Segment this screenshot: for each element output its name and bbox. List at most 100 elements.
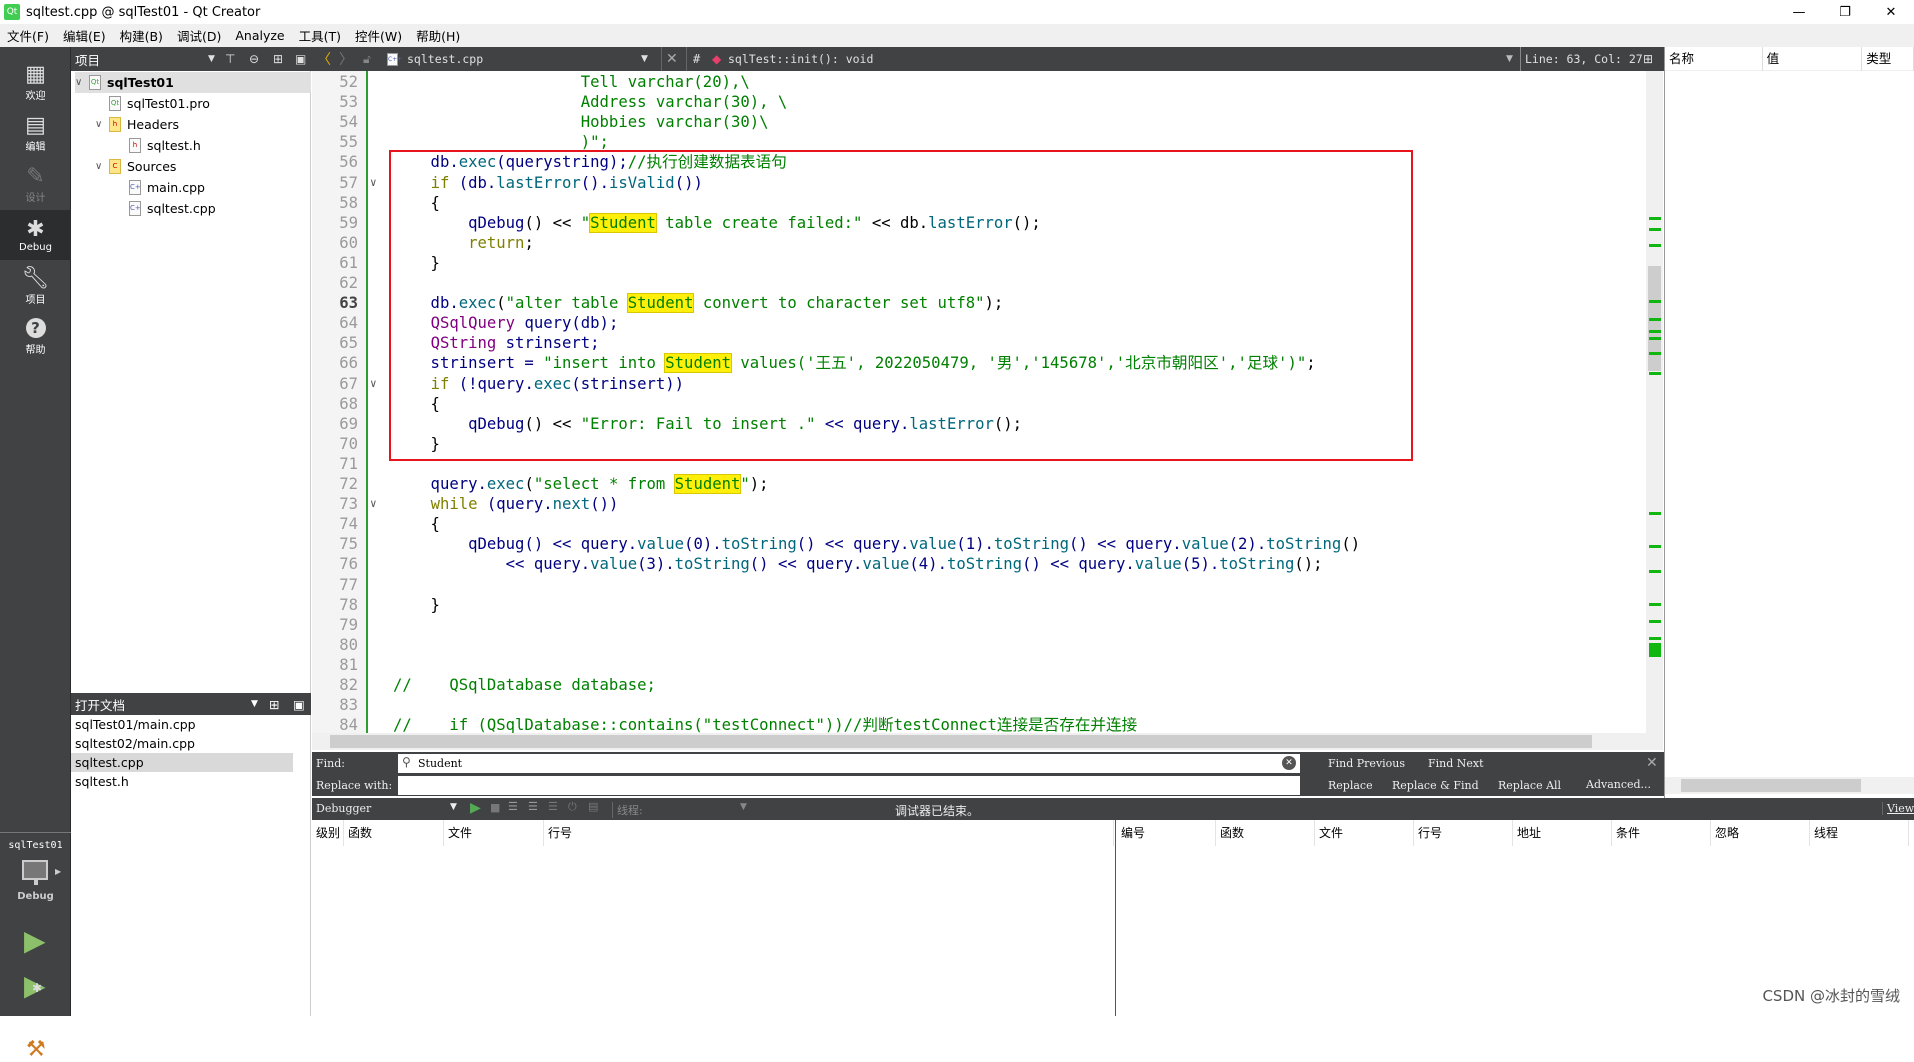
tree-item[interactable]: ∨ h Headers: [95, 114, 179, 135]
menu-item[interactable]: 帮助(H): [409, 26, 467, 45]
split-icon[interactable]: ⊞: [269, 697, 279, 712]
close-find-icon[interactable]: ✕: [1646, 755, 1658, 771]
mode-1[interactable]: ▤ 编辑: [0, 108, 71, 158]
locals-hscrollbar[interactable]: [1665, 777, 1914, 794]
step-over-icon[interactable]: ☰: [508, 800, 518, 813]
open-document-item[interactable]: sqltest02/main.cpp: [71, 734, 293, 753]
advanced-button[interactable]: Advanced...: [1586, 778, 1651, 791]
debug-run-icon[interactable]: ▶ ✱: [24, 969, 46, 1002]
filter-icon[interactable]: ⊤: [225, 52, 235, 66]
column-header[interactable]: 线程: [1810, 820, 1909, 846]
forward-icon[interactable]: 〉: [339, 47, 353, 71]
menu-item[interactable]: 构建(B): [113, 26, 170, 45]
run-icon[interactable]: ▶: [24, 924, 46, 957]
close-button[interactable]: ✕: [1868, 0, 1914, 24]
close-panel-icon[interactable]: ▣: [293, 697, 305, 712]
dropdown-icon[interactable]: ▼: [450, 802, 457, 812]
find-next-button[interactable]: Find Next: [1428, 757, 1484, 770]
code-line[interactable]: 81: [312, 655, 1646, 675]
replace-find-button[interactable]: Replace & Find: [1392, 779, 1479, 792]
maximize-button[interactable]: ❐: [1822, 0, 1868, 24]
mode-4[interactable]: 🔧︎ 项目: [0, 261, 71, 311]
tree-item[interactable]: ∨ Qt sqlTest01: [75, 72, 311, 93]
kit-selector-arrow-icon[interactable]: ▶: [55, 867, 61, 876]
open-document-item[interactable]: sqltest.h: [71, 772, 293, 791]
replace-input[interactable]: [398, 776, 1300, 795]
code-line[interactable]: 73 ∨ while (query.next()): [312, 494, 1646, 514]
close-panel-icon[interactable]: ▣: [295, 52, 306, 66]
mode-5[interactable]: ? 帮助: [0, 312, 71, 362]
tree-item[interactable]: h sqltest.h: [115, 135, 201, 156]
expand-arrow-icon[interactable]: ∨: [95, 161, 109, 172]
code-line[interactable]: 83: [312, 695, 1646, 715]
open-document-item[interactable]: sqltest.cpp: [71, 753, 293, 772]
close-document-icon[interactable]: ✕: [661, 47, 678, 71]
column-header[interactable]: 条件: [1612, 820, 1711, 846]
menu-item[interactable]: 工具(T): [292, 26, 348, 45]
editor-vertical-scrollbar[interactable]: [1646, 71, 1663, 733]
menu-item[interactable]: 文件(F): [0, 26, 56, 45]
hscroll-thumb[interactable]: [330, 735, 1592, 748]
mode-3[interactable]: ✱ Debug: [0, 210, 71, 260]
menu-item[interactable]: 控件(W): [348, 26, 409, 45]
code-line[interactable]: 80: [312, 635, 1646, 655]
code-line[interactable]: 74 {: [312, 514, 1646, 534]
mode-2[interactable]: ✎ 设计: [0, 159, 71, 209]
mode-0[interactable]: ▦ 欢迎: [0, 57, 71, 107]
code-line[interactable]: 53 Address varchar(30), \: [312, 92, 1646, 112]
file-selector[interactable]: sqltest.cpp: [407, 47, 483, 71]
code-line[interactable]: 75 qDebug() << query.value(0).toString()…: [312, 534, 1646, 554]
code-line[interactable]: 77: [312, 575, 1646, 595]
clear-icon[interactable]: ✕: [1282, 756, 1296, 770]
code-line[interactable]: 79: [312, 615, 1646, 635]
expand-arrow-icon[interactable]: ∨: [95, 119, 109, 130]
split-icon[interactable]: ⊞: [273, 52, 283, 66]
code-line[interactable]: 52 Tell varchar(20),\: [312, 72, 1646, 92]
step-into-icon[interactable]: ☰: [528, 800, 538, 813]
editor-horizontal-scrollbar[interactable]: [312, 733, 1663, 750]
column-header[interactable]: 函数: [344, 820, 444, 846]
column-header[interactable]: 文件: [444, 820, 544, 846]
find-previous-button[interactable]: Find Previous: [1328, 757, 1405, 770]
dropdown-icon[interactable]: ▼: [251, 699, 258, 709]
column-header[interactable]: 文件: [1315, 820, 1414, 846]
column-header[interactable]: 函数: [1216, 820, 1315, 846]
split-editor-icon[interactable]: ⊞: [1643, 47, 1653, 71]
column-header[interactable]: 类型: [1862, 46, 1914, 71]
code-line[interactable]: 82 // QSqlDatabase database;: [312, 675, 1646, 695]
column-header[interactable]: 值: [1763, 46, 1863, 71]
column-header[interactable]: 级别: [312, 820, 344, 846]
file-dropdown-icon[interactable]: ▼: [641, 47, 648, 71]
menu-item[interactable]: 调试(D): [170, 26, 228, 45]
column-header[interactable]: 地址: [1513, 820, 1612, 846]
views-menu[interactable]: Views: [1882, 802, 1914, 815]
continue-icon[interactable]: ▶: [470, 800, 481, 816]
code-line[interactable]: 54 Hobbies varchar(30)\: [312, 112, 1646, 132]
column-header[interactable]: 名称: [1665, 46, 1763, 71]
fold-marker-icon[interactable]: ∨: [370, 494, 377, 514]
reverse-icon[interactable]: ▤: [588, 800, 598, 813]
monitor-icon[interactable]: [22, 860, 48, 880]
column-header[interactable]: 编号: [1117, 820, 1216, 846]
code-line[interactable]: 76 << query.value(3).toString() << query…: [312, 554, 1646, 574]
column-header[interactable]: 行号: [544, 820, 1114, 846]
menu-item[interactable]: 编辑(E): [56, 26, 113, 45]
symbol-selector[interactable]: sqlTest::init(): void: [728, 47, 873, 71]
thread-dropdown-icon[interactable]: ▼: [740, 802, 747, 812]
find-input[interactable]: ⚲ Student ✕: [398, 754, 1300, 773]
fold-marker-icon[interactable]: ∨: [370, 374, 377, 394]
tree-item[interactable]: C+ main.cpp: [115, 177, 205, 198]
menu-item[interactable]: Analyze: [228, 28, 291, 43]
column-header[interactable]: 行号: [1414, 820, 1513, 846]
panel-dropdown-icon[interactable]: ▼: [208, 54, 215, 64]
replace-all-button[interactable]: Replace All: [1498, 779, 1561, 792]
tree-item[interactable]: ∨ C Sources: [95, 156, 176, 177]
link-icon[interactable]: ⊖: [249, 52, 259, 66]
tree-item[interactable]: Qt sqlTest01.pro: [95, 93, 210, 114]
tree-item[interactable]: C+ sqltest.cpp: [115, 198, 216, 219]
open-document-item[interactable]: sqlTest01/main.cpp: [71, 715, 293, 734]
minimize-button[interactable]: —: [1776, 0, 1822, 24]
code-line[interactable]: 84 // if (QSqlDatabase::contains("testCon…: [312, 715, 1646, 733]
back-icon[interactable]: 〈: [317, 47, 331, 71]
restart-icon[interactable]: ⏻: [568, 800, 577, 814]
